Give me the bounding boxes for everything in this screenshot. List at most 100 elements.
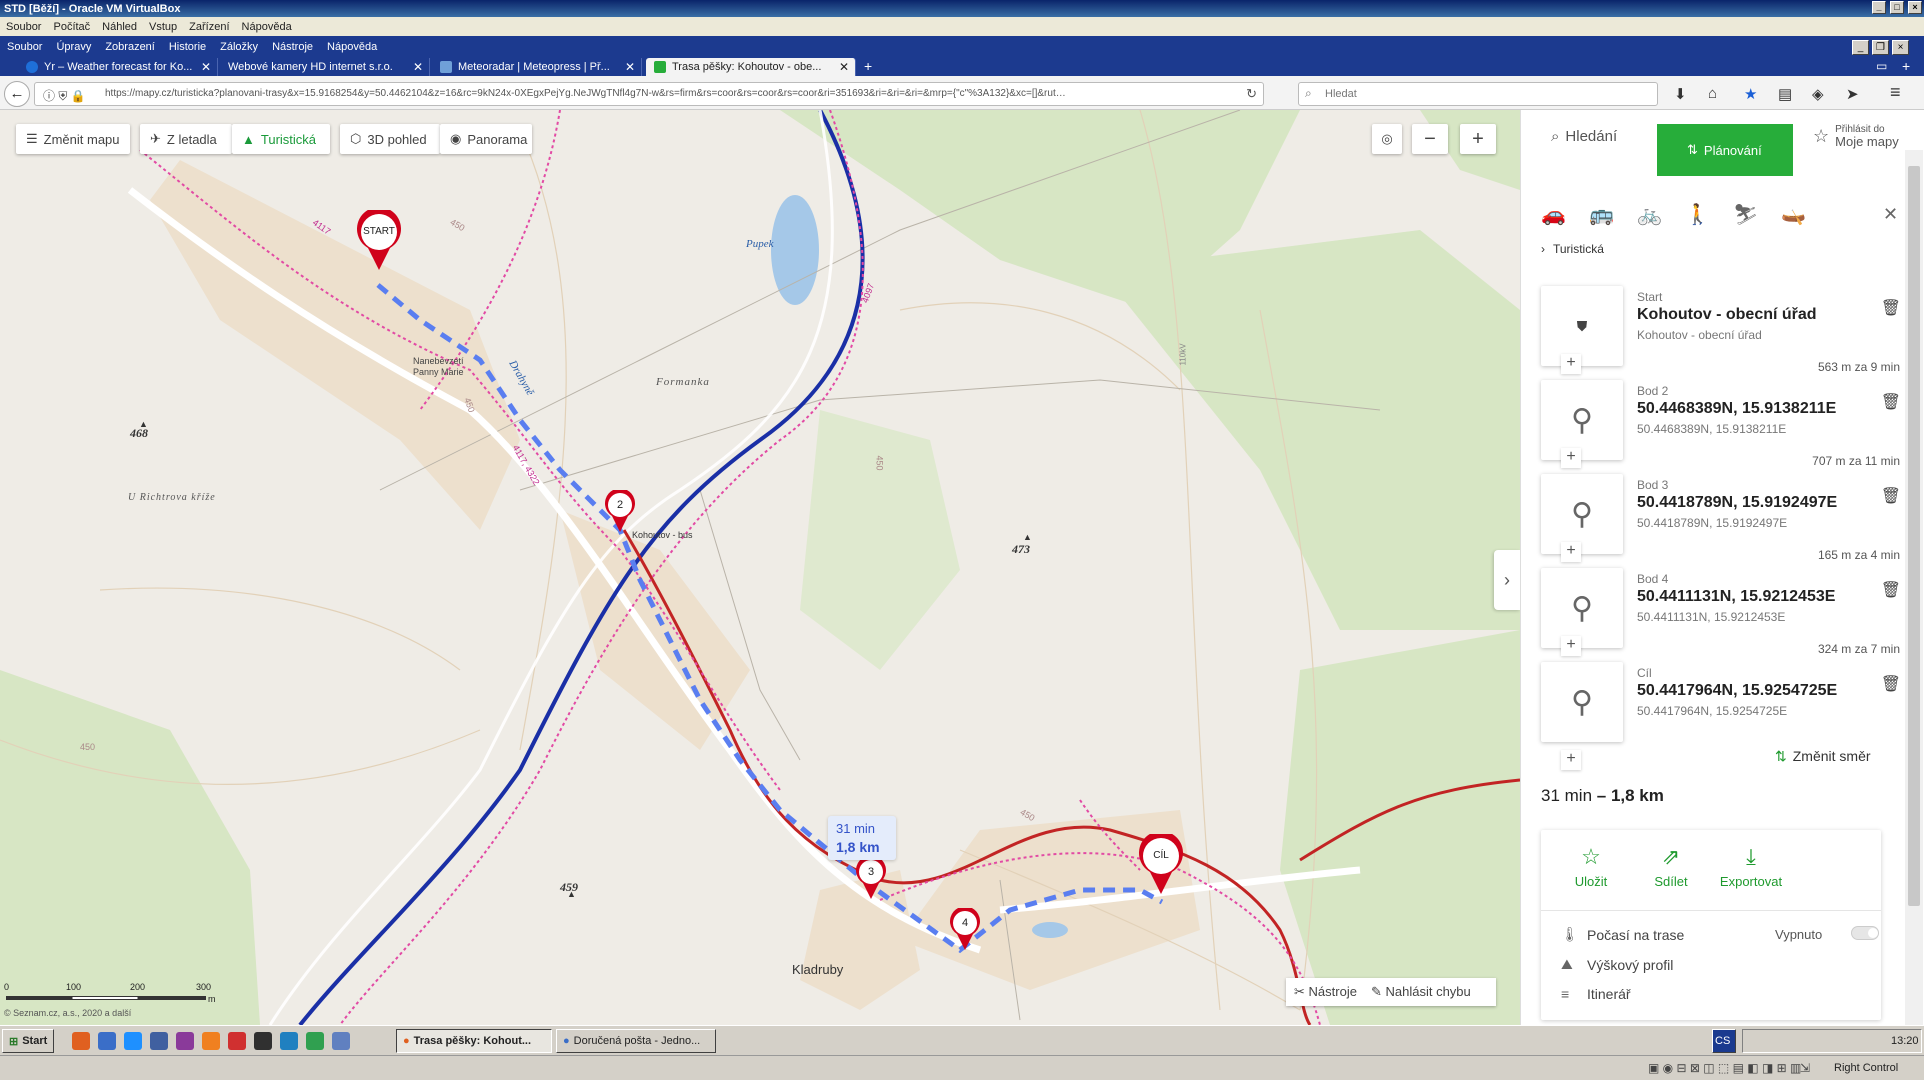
ff-menu-edit[interactable]: Úpravy [49,41,98,53]
vbox-device-icons[interactable]: ▣ ◉ ⊟ ⊠ ◫ ⬚ ▤ ◧ ◨ ⊞ ▥ [1648,1061,1801,1075]
zoom-out-button[interactable]: − [1412,124,1448,154]
ie-icon[interactable] [124,1032,142,1050]
ff-restore-button[interactable]: ❐ [1872,40,1889,55]
close-button[interactable]: × [1908,1,1922,14]
maximize-button[interactable]: □ [1890,1,1904,14]
ff-menu-bookmarks[interactable]: Záložky [213,41,265,53]
language-indicator[interactable]: CS [1712,1029,1736,1053]
waypoint-finish[interactable]: ⚲ Cíl 50.4417964N, 15.9254725E 50.441796… [1541,662,1901,754]
tab-meteoradar[interactable]: Meteoradar | Meteopress | Př... ✕ [432,58,642,76]
close-tab-icon[interactable]: ✕ [201,60,211,74]
app-icon[interactable] [228,1032,246,1050]
tab-webcams[interactable]: Webové kamery HD internet s.r.o. ✕ [220,58,430,76]
close-tab-icon[interactable]: ✕ [625,60,635,74]
chrome-icon[interactable] [306,1032,324,1050]
3d-view-button[interactable]: ⬡ 3D pohled [340,124,440,154]
close-tab-icon[interactable]: ✕ [839,60,849,74]
waypoint-4-marker[interactable]: 4 [949,906,981,952]
bike-icon[interactable]: 🚲 [1637,202,1662,227]
floppy-icon[interactable] [150,1032,168,1050]
share-button[interactable]: ⇗ Sdílet [1631,844,1711,889]
info-icon[interactable]: ⓘ ⛨ 🔒 [43,87,86,104]
elevation-profile-row[interactable]: ⛰ Výškový profil [1561,956,1673,973]
start-marker[interactable]: START [356,206,402,270]
waypoint-2-marker[interactable]: 2 [604,488,636,534]
vbox-menu-input[interactable]: Vstup [143,21,183,33]
aerial-button[interactable]: ✈ Z letadla [140,124,232,154]
boat-icon[interactable]: 🛶 [1781,202,1806,227]
library-icon[interactable]: ▤ [1778,85,1792,103]
ff-menu-help[interactable]: Nápověda [320,41,384,53]
add-waypoint-button[interactable]: + [1561,354,1581,374]
home-icon[interactable]: ⌂ [1708,85,1717,102]
vbox-menu-devices[interactable]: Zařízení [183,21,235,33]
report-error-button[interactable]: ✎ Nahlásit chybu [1365,984,1477,1000]
bookmark-star-icon[interactable]: ★ [1744,85,1757,103]
tab-search[interactable]: ⌕ Hledání [1521,110,1657,162]
collapse-panel-button[interactable]: › [1494,550,1520,610]
copyright[interactable]: © Seznam.cz, a.s., 2020 a další [4,1008,131,1018]
add-waypoint-button[interactable]: + [1561,542,1581,562]
save-button[interactable]: ☆ Uložit [1551,844,1631,889]
tab-planning[interactable]: ⇅ Plánování [1657,124,1793,176]
delete-waypoint-icon[interactable]: 🗑 [1881,674,1901,694]
bus-icon[interactable]: 🚌 [1589,202,1614,227]
share-icon[interactable]: ➤ [1846,85,1859,103]
search-field[interactable]: ⌕ Hledat [1298,82,1658,106]
vbox-menu-view[interactable]: Náhled [96,21,143,33]
vbox-menu-file[interactable]: Soubor [0,21,47,33]
back-button[interactable]: ← [4,81,30,107]
weather-toggle[interactable] [1851,926,1879,940]
firefox-icon[interactable] [72,1032,90,1050]
mouse-integration-icon[interactable]: ⇲ [1800,1061,1810,1075]
map-canvas[interactable]: ▲ ▲ ▲ Pupek Formanka U Richtrova kříže Kla… [0,110,1520,1025]
app-icon[interactable] [202,1032,220,1050]
ff-close-button[interactable]: × [1892,40,1909,55]
finish-marker[interactable]: CÍL [1138,830,1184,894]
app-icon[interactable] [332,1032,350,1050]
locate-button[interactable]: ◎ [1372,124,1402,154]
add-waypoint-button[interactable]: + [1561,448,1581,468]
tab-route[interactable]: Trasa pěšky: Kohoutov - obe... ✕ [646,58,856,76]
ff-minimize-button[interactable]: _ [1852,40,1869,55]
vbox-menu-help[interactable]: Nápověda [236,21,298,33]
route-type-selector[interactable]: › Turistická [1541,242,1604,256]
tab-list-icon[interactable]: ▭ [1876,59,1887,73]
app-icon[interactable] [280,1032,298,1050]
ski-icon[interactable]: ⛷ [1733,202,1758,227]
close-tab-icon[interactable]: ✕ [413,60,423,74]
panorama-button[interactable]: ◉ Panorama [440,124,532,154]
zoom-in-button[interactable]: + [1460,124,1496,154]
itinerary-row[interactable]: ≡ Itinerář [1561,986,1631,1002]
taskbar-firefox-window[interactable]: ● Trasa pěšky: Kohout... [396,1029,552,1053]
walk-icon[interactable]: 🚶 [1685,202,1710,227]
ff-menu-view[interactable]: Zobrazení [98,41,162,53]
panel-scrollbar[interactable] [1905,150,1923,1025]
tab-yr[interactable]: Yr – Weather forecast for Ko... ✕ [18,58,218,76]
ff-menu-tools[interactable]: Nástroje [265,41,320,53]
delete-waypoint-icon[interactable]: 🗑 [1881,298,1901,318]
reload-icon[interactable]: ↻ [1246,86,1257,102]
url-bar[interactable]: ⓘ ⛨ 🔒 https://mapy.cz/turisticka?planova… [34,82,1264,106]
add-waypoint-button[interactable]: + [1561,750,1581,770]
minimize-button[interactable]: _ [1872,1,1886,14]
app-icon[interactable] [254,1032,272,1050]
export-button[interactable]: ⤓ Exportovat [1711,844,1791,889]
tourist-button[interactable]: ▲ Turistická [232,124,330,154]
car-icon[interactable]: 🚗 [1541,202,1566,227]
new-tab-icon[interactable]: + [864,58,872,74]
delete-waypoint-icon[interactable]: 🗑 [1881,392,1901,412]
thunderbird-icon[interactable] [98,1032,116,1050]
add-waypoint-button[interactable]: + [1561,636,1581,656]
download-icon[interactable]: ⬇ [1674,85,1687,103]
start-button[interactable]: ⊞ Start [2,1029,54,1053]
delete-waypoint-icon[interactable]: 🗑 [1881,580,1901,600]
close-icon[interactable]: ✕ [1883,204,1898,225]
ff-menu-history[interactable]: Historie [162,41,213,53]
tools-button[interactable]: ✂ Nástroje [1286,984,1365,1000]
change-map-button[interactable]: ☰ Změnit mapu [16,124,130,154]
vbox-menu-machine[interactable]: Počítač [47,21,96,33]
hamburger-menu-icon[interactable]: ≡ [1890,82,1901,103]
reverse-route-button[interactable]: ⇅ Změnit směr [1775,748,1871,765]
weather-row[interactable]: 🌡 Počasí na trase [1561,926,1684,943]
